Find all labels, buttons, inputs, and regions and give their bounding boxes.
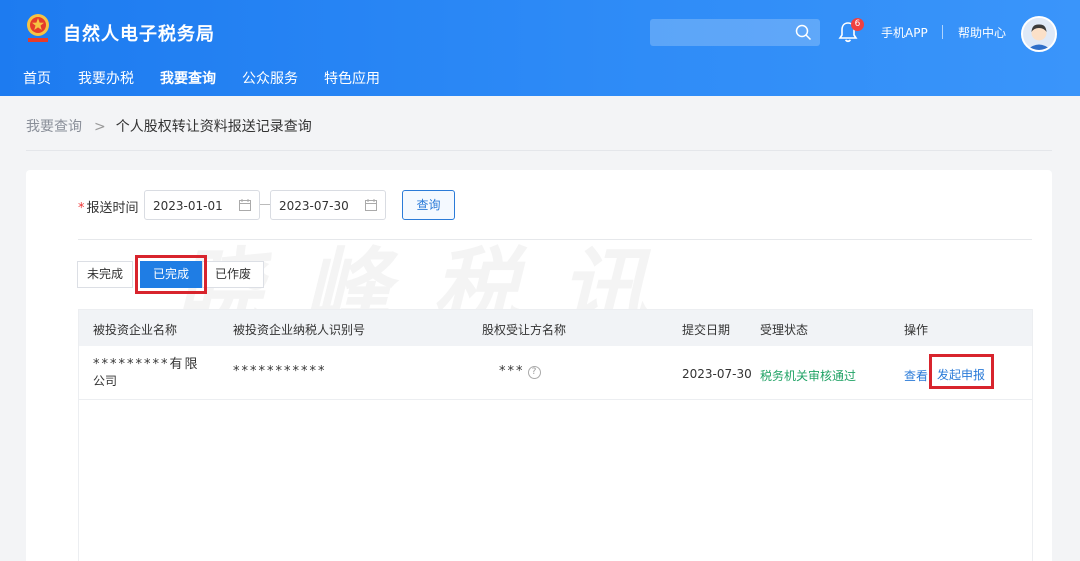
tab-voided[interactable]: 已作废 bbox=[202, 261, 264, 288]
avatar[interactable] bbox=[1021, 16, 1057, 52]
required-mark: * bbox=[78, 201, 85, 216]
date-range-separator bbox=[260, 204, 270, 205]
company-name-line2: 公司 bbox=[93, 374, 118, 388]
col-actions: 操作 bbox=[904, 323, 929, 337]
site-title: 自然人电子税务局 bbox=[63, 24, 215, 45]
tab-incomplete[interactable]: 未完成 bbox=[77, 261, 133, 288]
col-status: 受理状态 bbox=[760, 323, 809, 337]
breadcrumb: 我要查询 > 个人股权转让资料报送记录查询 bbox=[26, 116, 312, 136]
user-avatar-icon bbox=[1023, 18, 1055, 50]
company-name-line1: *********有限 bbox=[93, 357, 200, 372]
tab-highlight-box bbox=[135, 255, 207, 294]
end-date-field[interactable]: 2023-07-30 bbox=[270, 190, 386, 220]
col-submit-date: 提交日期 bbox=[682, 323, 731, 337]
breadcrumb-parent[interactable]: 我要查询 bbox=[26, 119, 82, 135]
status-badge: 税务机关审核通过 bbox=[760, 369, 857, 383]
breadcrumb-current: 个人股权转让资料报送记录查询 bbox=[115, 119, 312, 135]
start-date-value: 2023-01-01 bbox=[153, 199, 223, 213]
breadcrumb-divider bbox=[26, 150, 1052, 151]
transferee-cell: ***? bbox=[499, 364, 541, 379]
nav-item-home[interactable]: 首页 bbox=[23, 68, 51, 88]
query-button[interactable]: 查询 bbox=[402, 190, 455, 220]
nav-item-handle-tax[interactable]: 我要办税 bbox=[78, 68, 134, 88]
query-card: 晓峰税讯 * 报送时间 2023-01-01 2023-07-30 查询 未完成 … bbox=[26, 170, 1052, 561]
nav-item-special-apps[interactable]: 特色应用 bbox=[324, 68, 380, 88]
col-company-name: 被投资企业名称 bbox=[93, 323, 178, 337]
end-date-value: 2023-07-30 bbox=[279, 199, 349, 213]
col-tax-id: 被投资企业纳税人识别号 bbox=[233, 323, 366, 337]
records-table: 被投资企业名称 被投资企业纳税人识别号 股权受让方名称 提交日期 受理状态 操作… bbox=[78, 309, 1033, 561]
company-name-cell: *********有限 公司 bbox=[93, 356, 200, 390]
calendar-icon bbox=[239, 199, 251, 211]
search-icon[interactable] bbox=[795, 24, 812, 41]
submit-date-cell: 2023-07-30 bbox=[682, 367, 752, 381]
mobile-app-link[interactable]: 手机APP bbox=[881, 24, 928, 41]
tax-id-cell: *********** bbox=[233, 364, 327, 379]
transferee-value: *** bbox=[499, 364, 525, 379]
help-circle-icon[interactable]: ? bbox=[527, 366, 541, 379]
header-divider bbox=[942, 25, 943, 39]
submit-time-label: * 报送时间 bbox=[78, 197, 139, 216]
action-highlight-box bbox=[929, 354, 994, 389]
top-header: 自然人电子税务局 6 手机APP 帮助中心 首页 我要办税 我要查询 公众服务 … bbox=[0, 0, 1080, 96]
view-link[interactable]: 查看 bbox=[904, 367, 928, 384]
form-divider bbox=[78, 239, 1032, 240]
start-date-field[interactable]: 2023-01-01 bbox=[144, 190, 260, 220]
notification-badge: 6 bbox=[851, 18, 864, 31]
col-transferee: 股权受让方名称 bbox=[482, 323, 567, 337]
help-center-link[interactable]: 帮助中心 bbox=[958, 24, 1006, 41]
table-row: *********有限 公司 *********** ***? 2023-07-… bbox=[79, 346, 1032, 400]
submit-time-label-text: 报送时间 bbox=[86, 201, 139, 216]
search-input[interactable] bbox=[650, 19, 820, 46]
nav-item-query[interactable]: 我要查询 bbox=[160, 68, 216, 88]
chevron-right-icon: > bbox=[94, 119, 106, 135]
table-header: 被投资企业名称 被投资企业纳税人识别号 股权受让方名称 提交日期 受理状态 操作 bbox=[79, 310, 1032, 346]
calendar-icon bbox=[365, 199, 377, 211]
tax-emblem-icon[interactable] bbox=[22, 12, 54, 48]
nav-item-public-service[interactable]: 公众服务 bbox=[242, 68, 298, 88]
